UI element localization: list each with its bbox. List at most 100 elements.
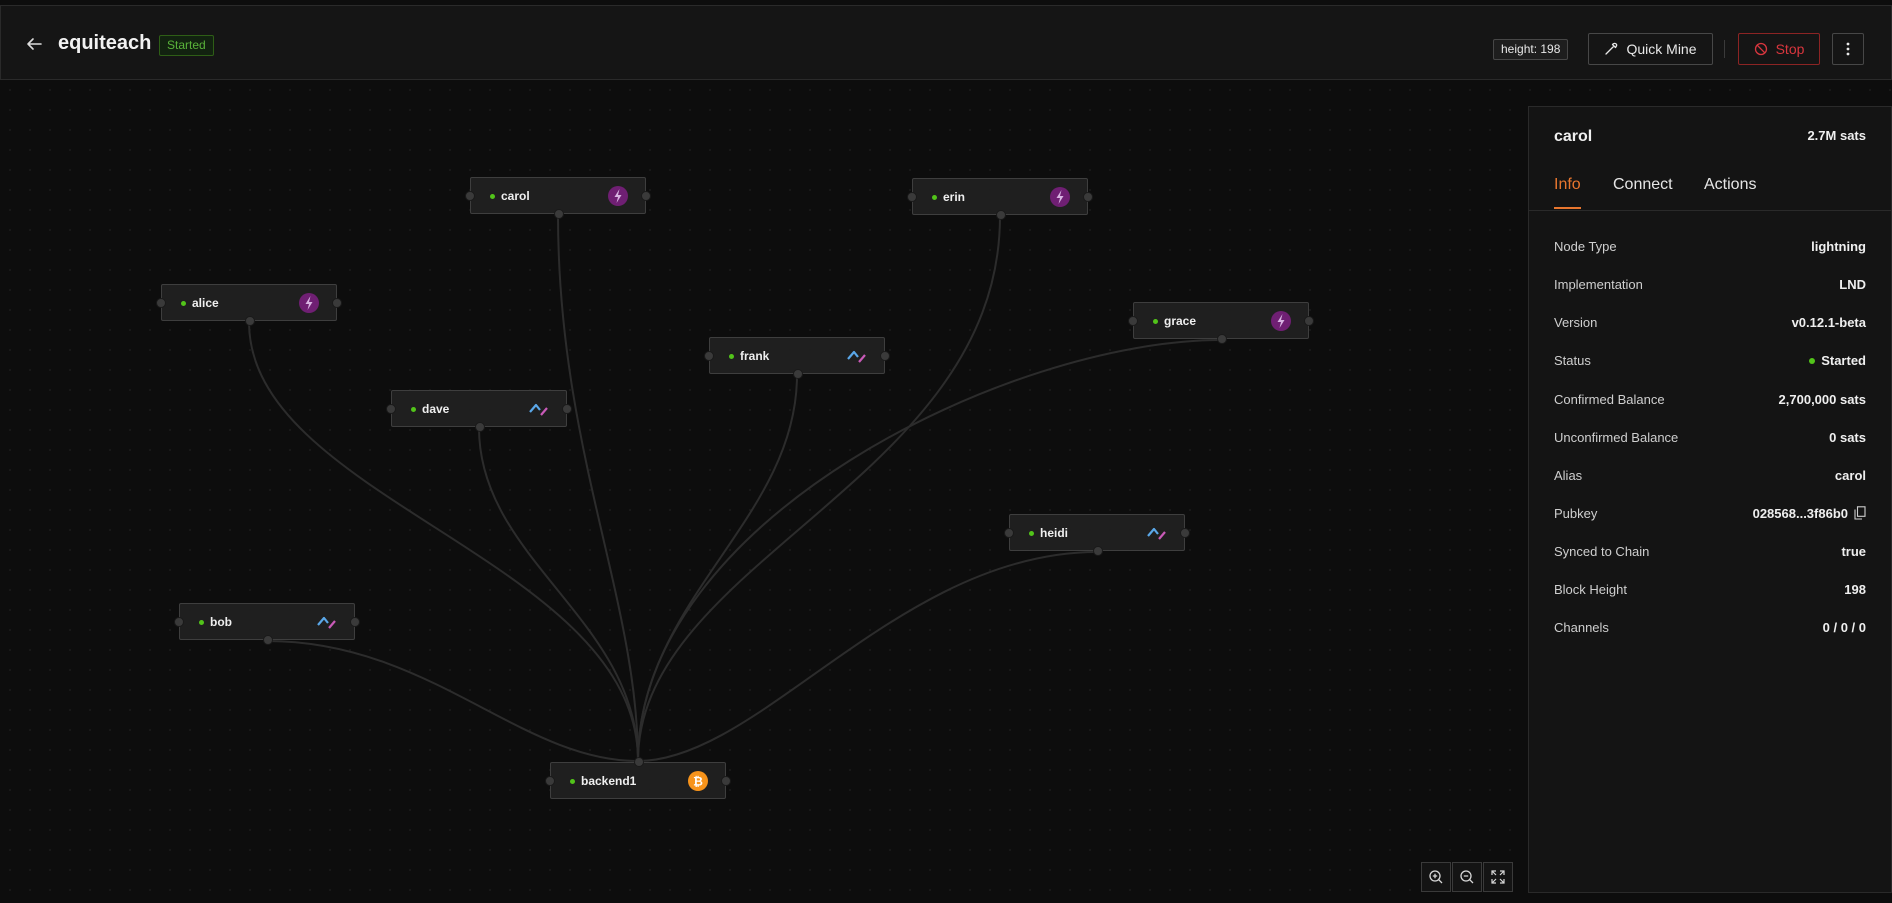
info-key: Implementation (1554, 277, 1643, 292)
port-bottom[interactable] (1217, 334, 1227, 344)
copy-icon[interactable] (1854, 506, 1866, 520)
node-bob[interactable]: bob (174, 603, 360, 645)
node-frank[interactable]: frank (704, 337, 890, 379)
quick-mine-label: Quick Mine (1626, 41, 1697, 57)
port-bottom[interactable] (263, 635, 273, 645)
info-value: 198 (1844, 582, 1866, 597)
port-left[interactable] (156, 298, 166, 308)
port-left[interactable] (907, 192, 917, 202)
tab-info[interactable]: Info (1554, 175, 1581, 209)
node-label: grace (1164, 314, 1197, 328)
tab-actions[interactable]: Actions (1704, 175, 1756, 209)
info-value: 2,700,000 sats (1778, 392, 1866, 407)
info-value: LND (1839, 277, 1866, 292)
port-bottom[interactable] (475, 422, 485, 432)
port-right[interactable] (1304, 316, 1314, 326)
fit-view-button[interactable] (1483, 862, 1513, 892)
info-value-pubkey: 028568...3f86b0 (1753, 506, 1866, 521)
c-lightning-icon (1147, 527, 1166, 540)
status-dot (570, 779, 575, 784)
node-dave[interactable]: dave (386, 390, 572, 432)
more-options-button[interactable] (1832, 33, 1864, 65)
port-right[interactable] (721, 776, 731, 786)
node-backend1[interactable]: backend1 ₿ (545, 757, 731, 799)
port-right[interactable] (880, 351, 890, 361)
quick-mine-button[interactable]: Quick Mine (1588, 33, 1713, 65)
zoom-out-icon (1460, 870, 1474, 884)
pubkey-text: 028568...3f86b0 (1752, 506, 1848, 521)
c-lightning-icon (317, 616, 336, 629)
header: equiteach Started height: 198 Quick Mine… (0, 5, 1892, 80)
info-row-alias: Alias carol (1554, 468, 1866, 488)
node-details-sidebar: carol 2.7M sats Info Connect Actions Nod… (1528, 106, 1892, 893)
port-left[interactable] (465, 191, 475, 201)
stop-label: Stop (1775, 41, 1805, 57)
port-left[interactable] (704, 351, 714, 361)
fullscreen-icon (1491, 870, 1505, 884)
port-bottom[interactable] (554, 209, 564, 219)
info-row-status: Status Started (1554, 353, 1866, 373)
network-status-badge: Started (159, 35, 214, 56)
node-label: frank (740, 349, 770, 363)
info-row-unconfirmed-balance: Unconfirmed Balance 0 sats (1554, 430, 1866, 450)
status-dot (411, 407, 416, 412)
node-label: backend1 (581, 774, 637, 788)
zoom-in-button[interactable] (1421, 862, 1451, 892)
sidebar-title: carol (1554, 128, 1593, 145)
port-right[interactable] (332, 298, 342, 308)
node-label: carol (501, 189, 530, 203)
info-key: Block Height (1554, 582, 1627, 597)
status-dot (181, 301, 186, 306)
port-bottom[interactable] (996, 210, 1006, 220)
info-key: Confirmed Balance (1554, 392, 1665, 407)
port-left[interactable] (174, 617, 184, 627)
sidebar-tabs: Info Connect Actions (1529, 167, 1891, 211)
more-vertical-icon (1846, 42, 1850, 56)
block-height-badge: height: 198 (1493, 39, 1569, 60)
info-key: Synced to Chain (1554, 544, 1650, 559)
info-key: Unconfirmed Balance (1554, 430, 1679, 445)
info-value: lightning (1811, 239, 1866, 254)
port-left[interactable] (1128, 316, 1138, 326)
node-label: erin (943, 190, 966, 204)
svg-text:₿: ₿ (693, 775, 703, 789)
node-alice[interactable]: alice (156, 284, 342, 326)
port-bottom[interactable] (245, 316, 255, 326)
zoom-out-button[interactable] (1452, 862, 1482, 892)
back-arrow-icon[interactable] (23, 33, 45, 55)
port-bottom[interactable] (1093, 546, 1103, 556)
status-dot (729, 354, 734, 359)
port-bottom[interactable] (793, 369, 803, 379)
bitcoin-icon: ₿ (688, 771, 708, 791)
info-value: true (1841, 544, 1866, 559)
port-left[interactable] (1004, 528, 1014, 538)
network-title: equiteach (58, 32, 152, 54)
port-right[interactable] (641, 191, 651, 201)
port-right[interactable] (350, 617, 360, 627)
tool-icon (1605, 42, 1618, 55)
info-value: carol (1834, 468, 1866, 483)
node-grace[interactable]: grace (1128, 302, 1314, 344)
status-dot (490, 194, 495, 199)
node-heidi[interactable]: heidi (1004, 514, 1190, 556)
info-key: Version (1554, 315, 1598, 330)
port-right[interactable] (1083, 192, 1093, 202)
tab-connect[interactable]: Connect (1613, 175, 1673, 209)
node-erin[interactable]: erin (907, 178, 1093, 220)
info-key: Node Type (1554, 239, 1617, 254)
port-right[interactable] (562, 404, 572, 414)
info-key: Alias (1554, 468, 1583, 483)
sidebar-balance: 2.7M sats (1807, 128, 1866, 143)
port-left[interactable] (386, 404, 396, 414)
node-label: heidi (1040, 526, 1069, 540)
port-left[interactable] (545, 776, 555, 786)
port-top[interactable] (634, 757, 644, 767)
stop-button[interactable]: Stop (1738, 33, 1820, 65)
port-right[interactable] (1180, 528, 1190, 538)
status-text: Started (1821, 353, 1866, 368)
lnd-lightning-icon (1050, 187, 1070, 207)
status-dot (932, 195, 937, 200)
status-dot (1809, 358, 1816, 364)
header-divider (1724, 40, 1725, 58)
node-carol[interactable]: carol (465, 177, 651, 219)
